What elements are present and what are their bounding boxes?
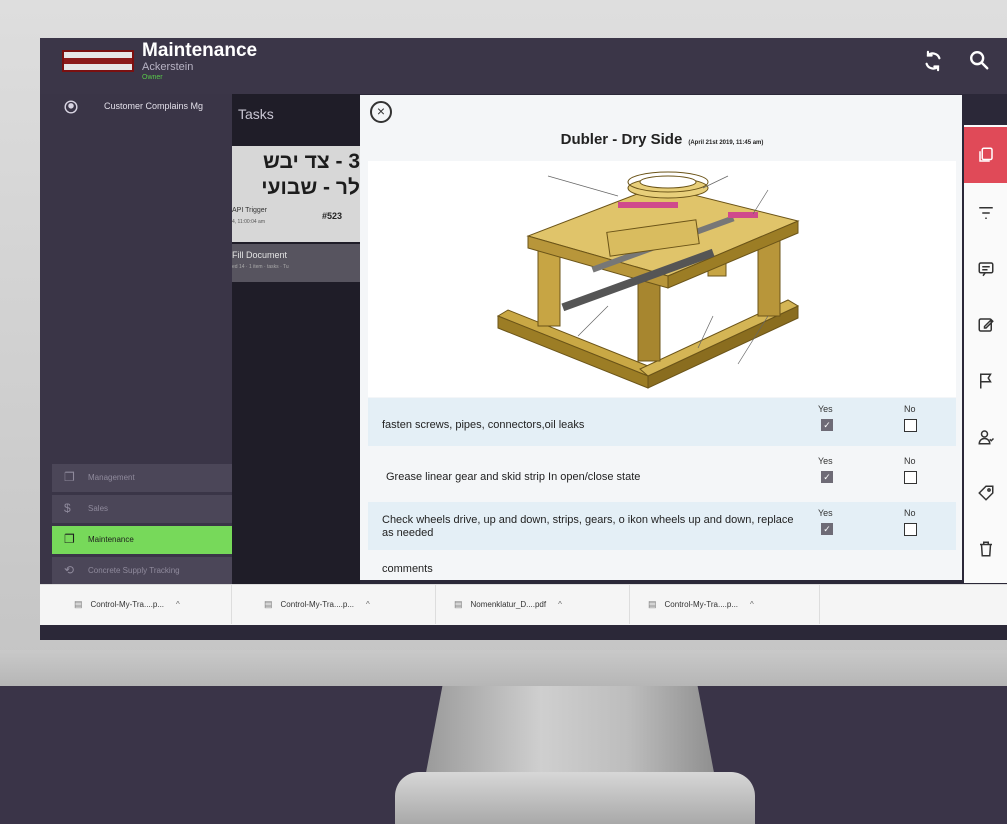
download-item[interactable]: ▤ Control-My-Tra....p... ^ <box>40 584 232 624</box>
folders-icon: ❐ <box>64 532 75 546</box>
filter-icon[interactable] <box>964 204 1007 227</box>
no-checkbox[interactable] <box>904 419 917 432</box>
user-assign-icon[interactable] <box>964 428 1007 451</box>
no-label: No <box>904 456 916 466</box>
tag-icon[interactable] <box>964 484 1007 507</box>
sync-icon[interactable] <box>922 50 944 78</box>
file-icon: ▤ <box>454 599 463 609</box>
download-filename: Control-My-Tra....p... <box>90 600 165 609</box>
sidebar-item-management[interactable]: ❐ Management <box>52 464 232 492</box>
chevron-up-icon[interactable]: ^ <box>366 600 370 609</box>
checklist-row: fasten screws, pipes, connectors,oil lea… <box>368 398 956 446</box>
comments-label: comments <box>382 563 433 575</box>
sidebar-item-sales[interactable]: $ Sales <box>52 495 232 523</box>
document-date: (April 21st 2019, 11:45 am) <box>688 140 764 146</box>
chevron-up-icon[interactable]: ^ <box>558 600 562 609</box>
sidebar-item-customer-complains[interactable]: Customer Complains Mg <box>104 101 232 111</box>
user-role: Owner <box>142 74 163 81</box>
yes-checkbox[interactable]: ✓ <box>821 471 833 483</box>
task-time: 4, 11:00:04 am <box>232 219 265 225</box>
documents-icon[interactable] <box>964 146 1007 169</box>
sidebar-item-label: Sales <box>88 504 109 513</box>
download-filename: Control-My-Tra....p... <box>664 600 739 609</box>
file-icon: ▤ <box>74 599 83 609</box>
document-title-text: Dubler - Dry Side <box>560 131 683 148</box>
yes-label: Yes <box>818 456 833 466</box>
screen: Maintenance Ackerstein Owner Customer Co… <box>40 38 1007 640</box>
file-icon: ▤ <box>264 599 273 609</box>
yes-checkbox[interactable]: ✓ <box>821 523 833 535</box>
user-circle-icon <box>64 100 78 117</box>
sync-icon: ⟲ <box>64 563 75 577</box>
page-subtitle: Ackerstein <box>142 61 194 73</box>
task-title-line1: 3 - צד יבש <box>262 150 360 173</box>
download-filename: Control-My-Tra....p... <box>280 600 355 609</box>
monitor-stand-base <box>395 772 755 824</box>
tool-strip <box>964 125 1007 583</box>
flag-icon[interactable] <box>964 372 1007 395</box>
file-icon: ▤ <box>648 599 657 609</box>
dollar-icon: $ <box>64 501 71 515</box>
sidebar-item-maintenance[interactable]: ❐ Maintenance <box>52 526 232 554</box>
download-item[interactable]: ▤ Nomenklatur_D....pdf ^ <box>436 584 630 624</box>
no-label: No <box>904 404 916 414</box>
checklist-item-label: Grease linear gear and skid strip In ope… <box>386 471 641 483</box>
comment-icon[interactable] <box>964 260 1007 283</box>
checklist-row: Check wheels drive, up and down, strips,… <box>368 502 956 550</box>
chevron-up-icon[interactable]: ^ <box>176 600 180 609</box>
monitor-stand-neck <box>425 686 715 778</box>
checklist-item-label: fasten screws, pipes, connectors,oil lea… <box>382 419 585 431</box>
task-title-line2: לר - שבועי <box>261 176 360 199</box>
chevron-up-icon[interactable]: ^ <box>750 600 754 609</box>
edit-icon[interactable] <box>964 316 1007 339</box>
yes-label: Yes <box>818 508 833 518</box>
page-title: Maintenance <box>142 40 258 61</box>
sidebar-item-label: Maintenance <box>88 535 134 544</box>
no-checkbox[interactable] <box>904 471 917 484</box>
no-checkbox[interactable] <box>904 523 917 536</box>
sidebar-item-label: Management <box>88 473 135 482</box>
trash-icon[interactable] <box>964 540 1007 563</box>
task-trigger: API Trigger <box>232 207 268 214</box>
download-item[interactable]: ▤ Control-My-Tra....p... ^ <box>630 584 820 624</box>
monitor-chin <box>0 650 1007 686</box>
checklist-row: Grease linear gear and skid strip In ope… <box>368 450 956 498</box>
sidebar-item-concrete-supply-tracking[interactable]: ⟲ Concrete Supply Tracking <box>52 557 232 585</box>
download-filename: Nomenklatur_D....pdf <box>470 600 547 609</box>
download-item[interactable]: ▤ Control-My-Tra....p... ^ <box>246 584 436 624</box>
checklist-item-label: Check wheels drive, up and down, strips,… <box>382 514 794 539</box>
no-label: No <box>904 508 916 518</box>
document-title: Dubler - Dry Side (April 21st 2019, 11:45… <box>368 131 956 148</box>
machine-diagram-image <box>496 171 800 389</box>
close-button[interactable]: × <box>370 101 392 123</box>
search-icon[interactable] <box>968 49 990 77</box>
yes-label: Yes <box>818 404 833 414</box>
company-logo <box>62 50 134 72</box>
folders-icon: ❐ <box>64 470 75 484</box>
yes-checkbox[interactable]: ✓ <box>821 419 833 431</box>
task-number: #523 <box>322 211 343 221</box>
task-meta: ed 14 · 1 item · tasks · Tu <box>232 264 289 270</box>
tasks-title: Tasks <box>238 106 274 122</box>
sidebar-item-label: Concrete Supply Tracking <box>88 566 180 575</box>
fill-document-label: Fill Document <box>232 250 288 260</box>
machine-diagram <box>368 161 956 397</box>
